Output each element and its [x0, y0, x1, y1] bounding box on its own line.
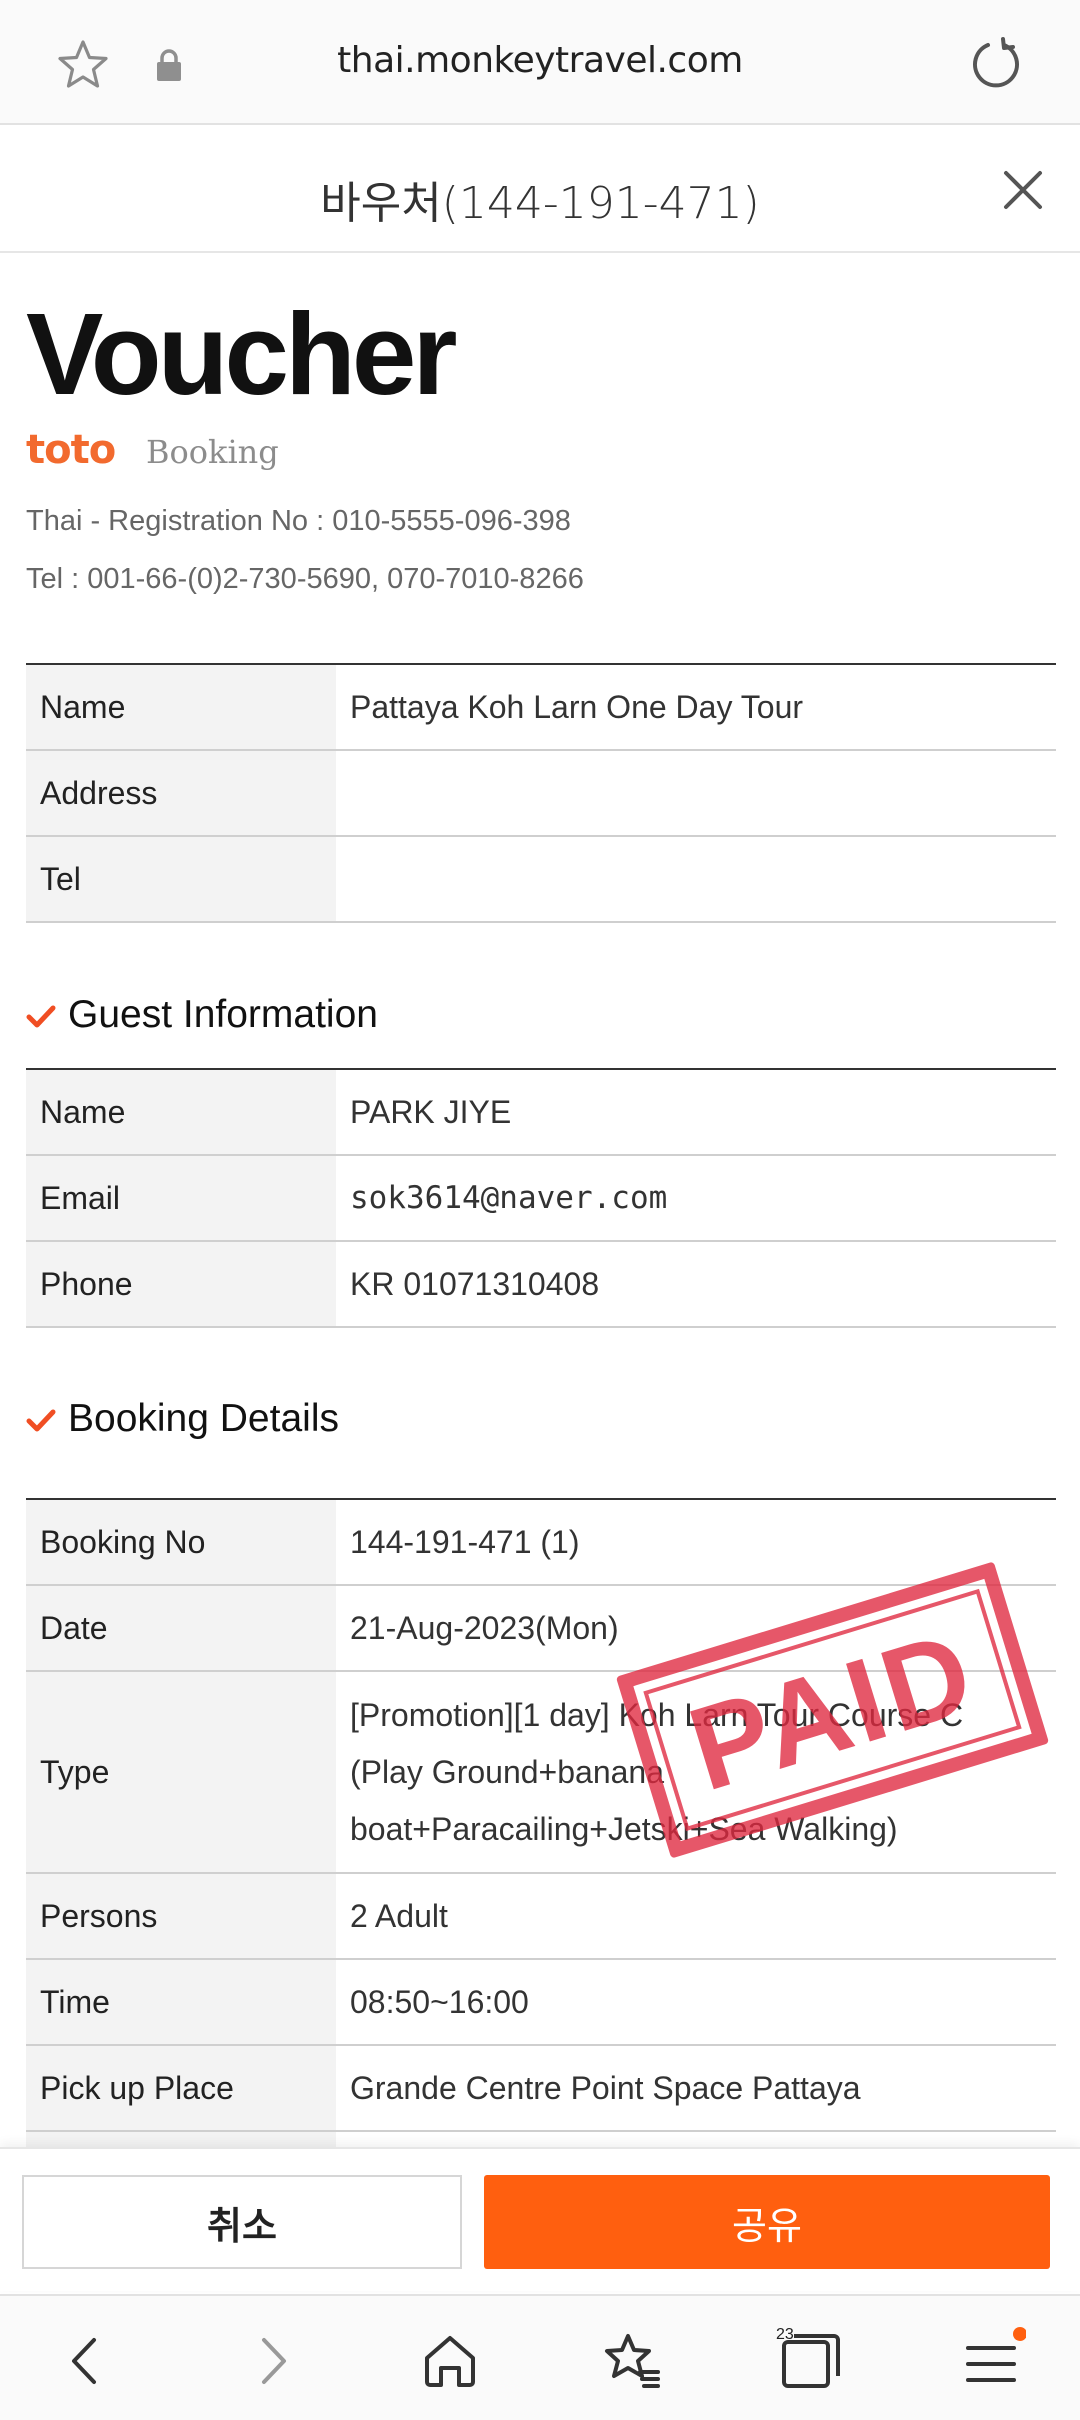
action-bar: 취소 공유	[0, 2147, 1080, 2291]
row-label: Date	[26, 1585, 336, 1671]
row-label: Address	[26, 750, 336, 836]
row-value: Pattaya Koh Larn One Day Tour	[350, 688, 804, 725]
table-row: Address	[26, 750, 1056, 836]
table-row: Email sok3614@naver.com	[26, 1155, 1056, 1241]
row-label: Tel	[26, 836, 336, 922]
guest-table: Name PARK JIYE Email sok3614@naver.com P…	[26, 1068, 1056, 1328]
back-icon[interactable]	[52, 2326, 122, 2396]
tabs-icon	[782, 2334, 840, 2388]
product-table: Name Pattaya Koh Larn One Day Tour Addre…	[26, 663, 1056, 923]
row-value	[336, 836, 1056, 922]
check-icon	[26, 1005, 56, 1028]
svg-text:Booking: Booking	[146, 433, 279, 471]
close-icon[interactable]	[1000, 167, 1046, 213]
row-value: Grande Centre Point Space Pattaya	[350, 2069, 861, 2106]
forward-icon[interactable]	[236, 2326, 306, 2396]
row-label: Name	[26, 1069, 336, 1155]
tabs-button[interactable]: 23	[776, 2326, 846, 2396]
bookmarks-icon[interactable]	[596, 2326, 666, 2396]
table-row: Tel	[26, 836, 1056, 922]
table-row: Time 08:50~16:00	[26, 1959, 1056, 2045]
table-row: Pick up Place Grande Centre Point Space …	[26, 2045, 1056, 2131]
row-value: 144-191-471 (1)	[350, 1523, 580, 1560]
table-row: Name PARK JIYE	[26, 1069, 1056, 1155]
section-title-text: Booking Details	[68, 1397, 339, 1440]
row-label: Persons	[26, 1873, 336, 1959]
home-icon[interactable]	[415, 2326, 485, 2396]
table-row: Booking No 144-191-471 (1)	[26, 1499, 1056, 1585]
row-value: PARK JIYE	[350, 1093, 512, 1130]
url-text[interactable]: thai.monkeytravel.com	[0, 40, 1080, 81]
row-label: Name	[26, 664, 336, 750]
toto-booking-logo: toto Booking	[26, 427, 279, 473]
table-row: Persons 2 Adult	[26, 1873, 1056, 1959]
menu-icon[interactable]	[956, 2326, 1026, 2396]
row-label: Pick up Place	[26, 2045, 336, 2131]
check-icon	[26, 1409, 56, 1432]
row-value: KR 01071310408	[350, 1265, 600, 1302]
table-row: Phone KR 01071310408	[26, 1241, 1056, 1327]
booking-section-title: Booking Details	[26, 1397, 339, 1441]
row-label: Booking No	[26, 1499, 336, 1585]
contact-tel: Tel : 001-66-(0)2-730-5690, 070-7010-826…	[26, 563, 584, 595]
registration-number: Thai - Registration No : 010-5555-096-39…	[26, 505, 571, 537]
reload-icon[interactable]	[968, 36, 1024, 92]
voucher-heading: Voucher	[26, 289, 458, 419]
row-label: Email	[26, 1155, 336, 1241]
row-value: sok3614@naver.com	[350, 1180, 668, 1216]
modal-header: 바우처(144-191-471)	[0, 127, 1080, 253]
row-label: Time	[26, 1959, 336, 2045]
table-row: Name Pattaya Koh Larn One Day Tour	[26, 664, 1056, 750]
row-value: 08:50~16:00	[350, 1983, 529, 2020]
row-label: Type	[26, 1671, 336, 1873]
share-button[interactable]: 공유	[484, 2175, 1050, 2269]
svg-text:toto: toto	[26, 427, 115, 473]
row-value	[336, 750, 1056, 836]
guest-section-title: Guest Information	[26, 993, 378, 1037]
browser-url-bar: thai.monkeytravel.com	[0, 0, 1080, 125]
browser-nav-bar: 23	[0, 2294, 1080, 2420]
modal-title: 바우처(144-191-471)	[320, 178, 760, 229]
row-value: 2 Adult	[350, 1897, 448, 1934]
section-title-text: Guest Information	[68, 993, 378, 1036]
row-label: Phone	[26, 1241, 336, 1327]
cancel-button[interactable]: 취소	[22, 2175, 462, 2269]
